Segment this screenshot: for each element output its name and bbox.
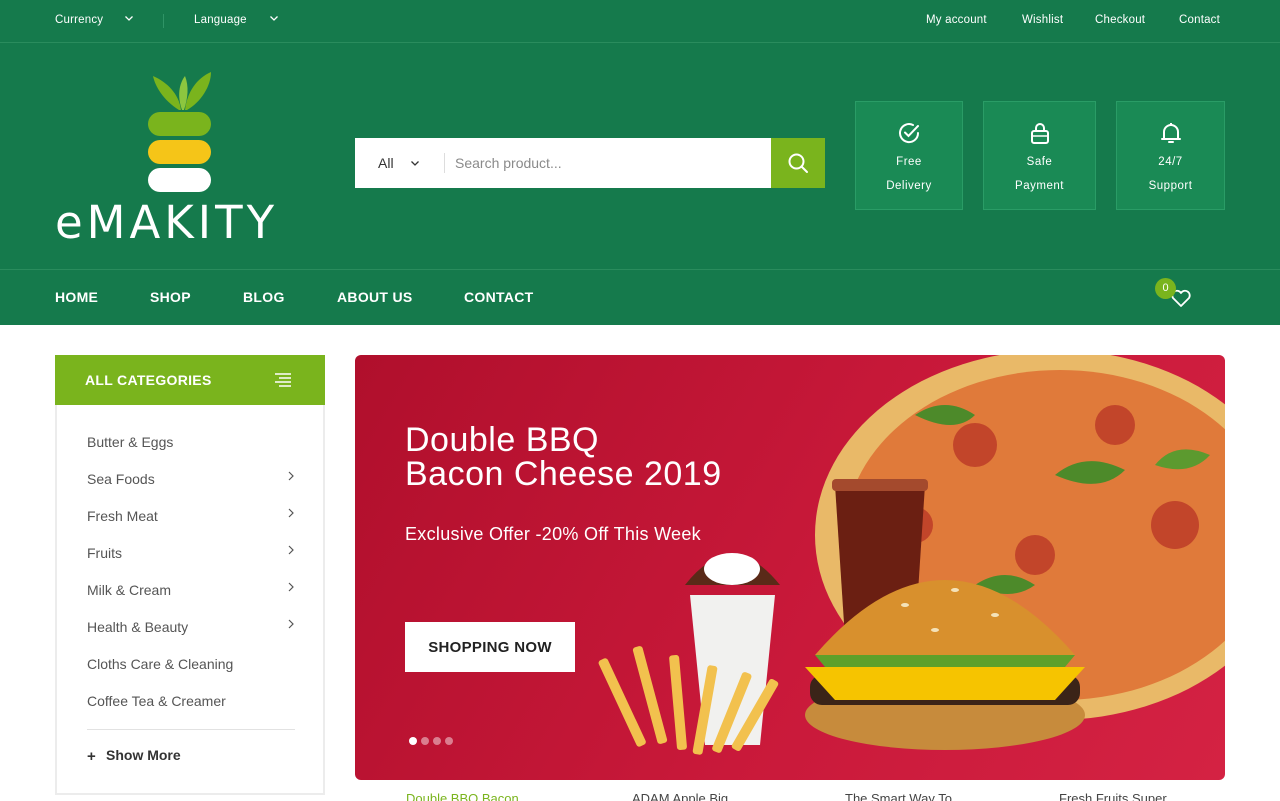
category-item[interactable]: Fruits (87, 545, 297, 565)
category-label: Fresh Meat (87, 508, 158, 524)
category-label: Health & Beauty (87, 619, 189, 635)
search-input[interactable] (455, 148, 765, 178)
menu-lines-icon (275, 373, 291, 387)
divider (87, 729, 295, 730)
category-label: Coffee Tea & Creamer (87, 693, 226, 709)
feature-label: Payment (1015, 180, 1064, 192)
nav-blog[interactable]: BLOG (243, 289, 285, 305)
logo-wordmark: eMAKITY (55, 196, 278, 242)
category-item[interactable]: Sea Foods (87, 471, 297, 491)
top-bar: Currency Language My account Wishlist Ch… (0, 0, 1280, 43)
my-account-link[interactable]: My account (926, 14, 987, 26)
currency-dropdown[interactable]: Currency (55, 14, 103, 26)
shopping-now-button[interactable]: SHOPPING NOW (405, 622, 575, 672)
nav-home[interactable]: HOME (55, 289, 98, 305)
currency-chevron-down-icon[interactable] (124, 13, 134, 23)
nav-contact[interactable]: CONTACT (464, 289, 534, 305)
plus-icon: + (87, 748, 96, 765)
category-item[interactable]: Butter & Eggs (87, 434, 297, 454)
nav-about-us[interactable]: ABOUT US (337, 289, 413, 305)
site-logo[interactable]: eMAKITY (55, 70, 305, 242)
product-link[interactable]: Double BBQ Bacon (406, 791, 519, 801)
search-bar: All (355, 138, 825, 188)
feature-label: Safe (1026, 156, 1053, 168)
search-icon (788, 153, 808, 173)
feature-label: Free (896, 156, 922, 168)
nav-shop[interactable]: SHOP (150, 289, 191, 305)
search-button[interactable] (771, 138, 825, 188)
category-label: Cloths Care & Cleaning (87, 656, 234, 672)
chevron-right-icon (288, 582, 294, 592)
hero-slider[interactable]: Double BBQ Bacon Cheese 2019 Exclusive O… (355, 355, 1225, 780)
product-link[interactable]: Fresh Fruits Super (1059, 791, 1167, 801)
main-nav: HOME SHOP BLOG ABOUT US CONTACT (0, 269, 1280, 325)
chevron-right-icon (288, 471, 294, 481)
hero-food-image (598, 355, 1225, 755)
category-item[interactable]: Cloths Care & Cleaning (87, 656, 297, 676)
slider-dot[interactable] (421, 737, 429, 745)
chevron-right-icon (288, 619, 294, 629)
feature-label: 24/7 (1158, 156, 1183, 168)
slider-dot[interactable] (433, 737, 441, 745)
language-chevron-down-icon[interactable] (269, 13, 279, 23)
language-dropdown[interactable]: Language (194, 14, 247, 26)
hero-subtitle: Exclusive Offer -20% Off This Week (405, 524, 701, 544)
header: eMAKITY All Free Delivery Safe Payment 2… (0, 43, 1280, 269)
show-more-label: Show More (106, 747, 181, 763)
wishlist-count-badge: 0 (1155, 278, 1176, 299)
category-label: Milk & Cream (87, 582, 172, 598)
slider-dot[interactable] (409, 737, 417, 745)
bell-icon (1160, 123, 1181, 143)
category-item[interactable]: Fresh Meat (87, 508, 297, 528)
search-category-select[interactable]: All (378, 155, 394, 171)
feature-free-delivery: Free Delivery (855, 101, 963, 210)
hero-title: Double BBQ Bacon Cheese 2019 (405, 423, 835, 491)
search-divider (444, 153, 445, 173)
check-circle-icon (899, 123, 920, 144)
checkout-link[interactable]: Checkout (1095, 14, 1145, 26)
topbar-divider (163, 14, 164, 28)
feature-support: 24/7 Support (1116, 101, 1225, 210)
hero-title-line1: Double BBQ (405, 421, 599, 459)
lock-icon (1030, 123, 1049, 144)
chevron-right-icon (288, 545, 294, 555)
feature-label: Support (1148, 180, 1193, 192)
categories-header[interactable]: ALL CATEGORIES (55, 355, 325, 405)
category-sidebar: ALL CATEGORIES Butter & Eggs Sea Foods F… (55, 355, 325, 795)
contact-link[interactable]: Contact (1179, 14, 1220, 26)
feature-safe-payment: Safe Payment (983, 101, 1096, 210)
product-link[interactable]: ADAM Apple Big (632, 791, 728, 801)
category-item[interactable]: Health & Beauty (87, 619, 297, 639)
categories-title: ALL CATEGORIES (85, 372, 212, 388)
category-label: Fruits (87, 545, 122, 561)
product-link[interactable]: The Smart Way To (845, 791, 952, 801)
category-item[interactable]: Milk & Cream (87, 582, 297, 602)
chevron-down-icon[interactable] (410, 158, 420, 168)
category-item[interactable]: Coffee Tea & Creamer (87, 693, 297, 713)
hero-title-line2: Bacon Cheese 2019 (405, 455, 722, 493)
slider-dot[interactable] (445, 737, 453, 745)
category-label: Butter & Eggs (87, 434, 174, 450)
wishlist-link[interactable]: Wishlist (1022, 14, 1063, 26)
feature-label: Delivery (886, 180, 932, 192)
chevron-right-icon (288, 508, 294, 518)
category-label: Sea Foods (87, 471, 155, 487)
